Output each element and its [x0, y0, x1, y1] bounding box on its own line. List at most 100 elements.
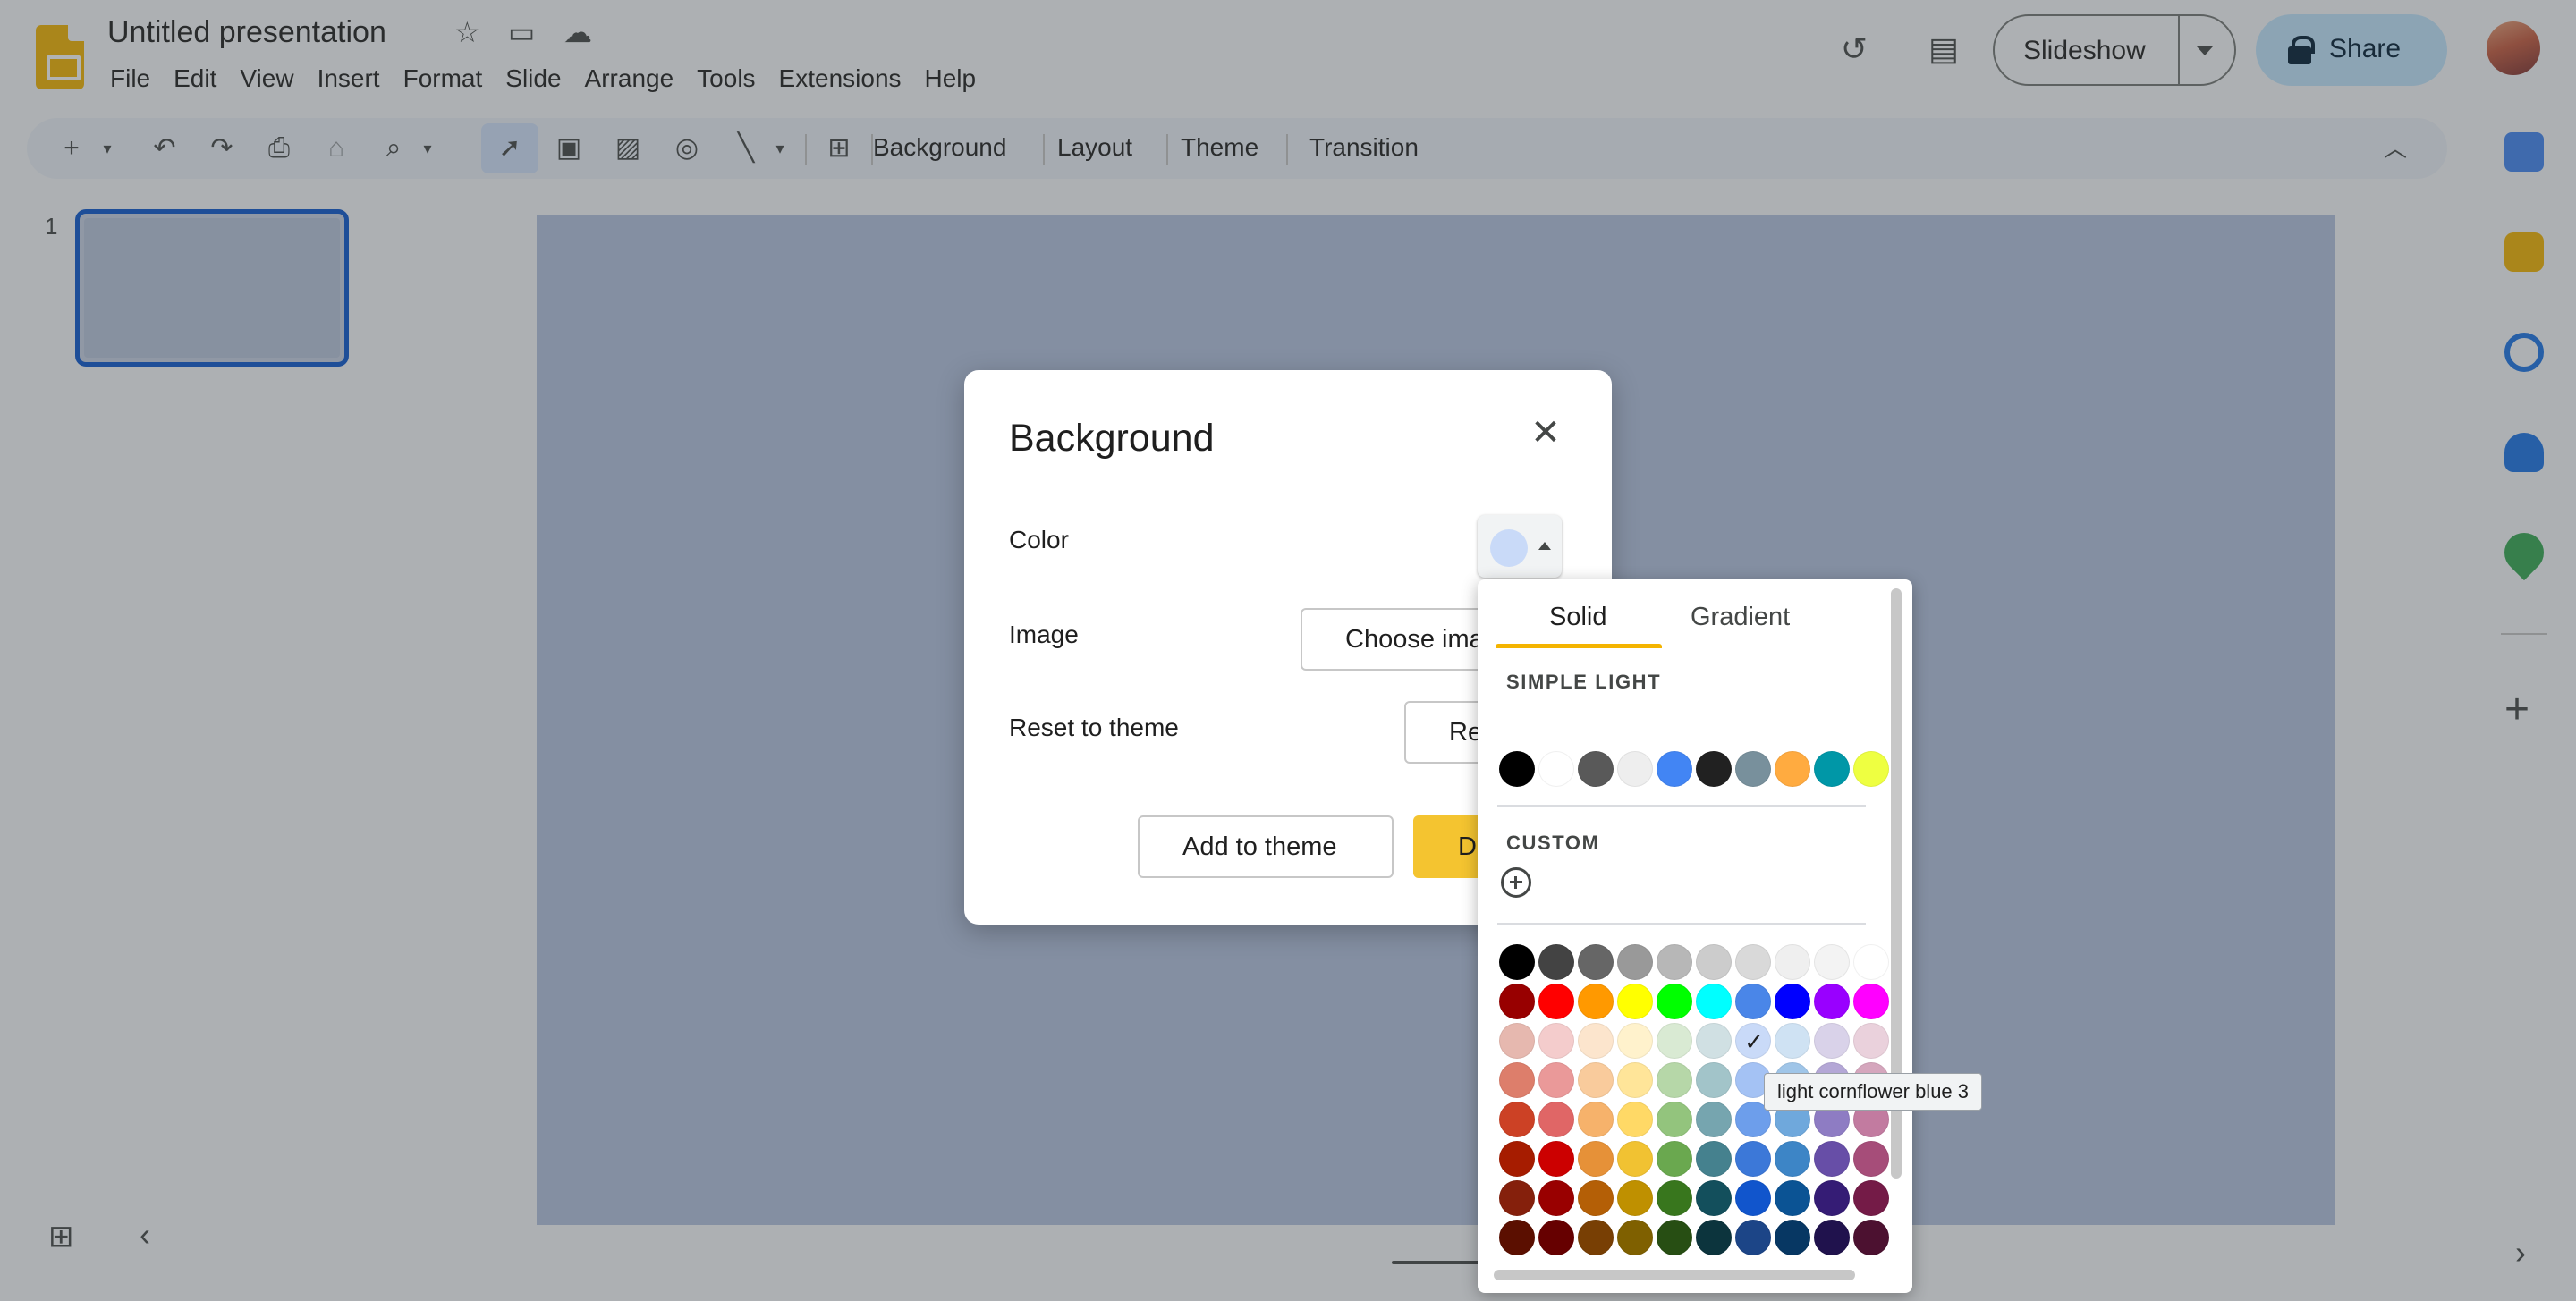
checkmark-icon: ✓: [1744, 1028, 1764, 1055]
palette-color-swatch[interactable]: [1538, 1102, 1574, 1137]
palette-color-swatch[interactable]: [1578, 1141, 1614, 1177]
palette-color-swatch[interactable]: [1657, 1141, 1692, 1177]
palette-color-swatch[interactable]: [1696, 1220, 1732, 1255]
palette-color-swatch[interactable]: [1775, 1141, 1810, 1177]
palette-color-swatch[interactable]: [1814, 1220, 1850, 1255]
palette-color-swatch[interactable]: [1578, 1180, 1614, 1216]
palette-color-swatch[interactable]: [1735, 984, 1771, 1019]
palette-row: [1499, 1220, 1889, 1255]
palette-color-swatch[interactable]: [1775, 944, 1810, 980]
palette-color-swatch[interactable]: [1696, 944, 1732, 980]
palette-color-swatch[interactable]: [1617, 984, 1653, 1019]
palette-color-swatch[interactable]: [1578, 944, 1614, 980]
palette-color-swatch[interactable]: [1696, 1062, 1732, 1098]
palette-color-swatch[interactable]: [1538, 1023, 1574, 1059]
palette-row: [1499, 944, 1889, 980]
tab-gradient[interactable]: Gradient: [1690, 603, 1790, 632]
palette-color-swatch[interactable]: [1657, 1102, 1692, 1137]
close-icon[interactable]: ✕: [1519, 406, 1572, 460]
palette-color-swatch[interactable]: [1617, 1062, 1653, 1098]
palette-color-swatch[interactable]: [1617, 944, 1653, 980]
color-dropdown-button[interactable]: [1478, 515, 1562, 578]
tab-solid[interactable]: Solid: [1549, 603, 1607, 632]
palette-color-swatch[interactable]: [1617, 1180, 1653, 1216]
palette-color-swatch[interactable]: [1814, 1141, 1850, 1177]
palette-color-swatch[interactable]: [1617, 1102, 1653, 1137]
palette-color-swatch[interactable]: [1814, 944, 1850, 980]
palette-color-swatch[interactable]: [1814, 1180, 1850, 1216]
palette-color-swatch[interactable]: [1657, 1180, 1692, 1216]
palette-color-swatch[interactable]: [1735, 944, 1771, 980]
palette-color-swatch[interactable]: [1499, 1220, 1535, 1255]
palette-color-swatch[interactable]: [1696, 1141, 1732, 1177]
palette-color-swatch[interactable]: [1696, 1180, 1732, 1216]
palette-color-swatch[interactable]: [1617, 1023, 1653, 1059]
theme-color-swatch[interactable]: [1814, 751, 1850, 787]
color-label: Color: [1009, 526, 1069, 553]
custom-colors-heading: CUSTOM: [1506, 832, 1600, 854]
palette-color-swatch[interactable]: [1853, 1023, 1889, 1059]
add-to-theme-button[interactable]: Add to theme: [1138, 815, 1394, 878]
theme-color-swatch[interactable]: [1538, 751, 1574, 787]
palette-color-swatch[interactable]: [1696, 984, 1732, 1019]
palette-color-swatch[interactable]: [1499, 1102, 1535, 1137]
palette-color-swatch[interactable]: [1499, 1141, 1535, 1177]
palette-color-swatch[interactable]: [1775, 1220, 1810, 1255]
palette-color-swatch[interactable]: [1657, 1062, 1692, 1098]
palette-color-swatch[interactable]: [1853, 944, 1889, 980]
palette-color-swatch[interactable]: [1657, 1023, 1692, 1059]
add-custom-color-icon[interactable]: [1501, 867, 1531, 898]
palette-color-swatch[interactable]: [1538, 1220, 1574, 1255]
color-picker-menu: Solid Gradient SIMPLE LIGHT CUSTOM ✓: [1478, 579, 1912, 1293]
theme-color-swatch[interactable]: [1853, 751, 1889, 787]
palette-color-swatch[interactable]: [1853, 1180, 1889, 1216]
palette-color-swatch[interactable]: [1538, 1180, 1574, 1216]
horizontal-scrollbar[interactable]: [1494, 1270, 1855, 1280]
palette-color-swatch[interactable]: [1538, 1062, 1574, 1098]
palette-color-swatch[interactable]: [1538, 984, 1574, 1019]
palette-color-swatch[interactable]: [1538, 944, 1574, 980]
palette-color-swatch[interactable]: [1499, 1062, 1535, 1098]
picker-divider: [1497, 923, 1866, 925]
palette-color-swatch[interactable]: [1578, 984, 1614, 1019]
theme-color-swatch[interactable]: [1578, 751, 1614, 787]
palette-color-swatch[interactable]: [1814, 984, 1850, 1019]
palette-color-swatch[interactable]: [1814, 1023, 1850, 1059]
palette-color-swatch[interactable]: [1578, 1102, 1614, 1137]
palette-color-swatch[interactable]: [1578, 1023, 1614, 1059]
palette-color-swatch[interactable]: [1735, 1180, 1771, 1216]
palette-color-swatch[interactable]: [1499, 1180, 1535, 1216]
palette-color-swatch[interactable]: [1853, 984, 1889, 1019]
picker-divider: [1497, 805, 1866, 807]
palette-color-swatch[interactable]: [1657, 1220, 1692, 1255]
palette-color-swatch[interactable]: [1775, 1023, 1810, 1059]
dialog-title: Background: [1009, 417, 1215, 460]
palette-color-swatch[interactable]: [1853, 1141, 1889, 1177]
palette-color-swatch[interactable]: [1578, 1062, 1614, 1098]
theme-color-swatch[interactable]: [1696, 751, 1732, 787]
theme-color-swatch[interactable]: [1499, 751, 1535, 787]
palette-color-swatch[interactable]: [1775, 984, 1810, 1019]
palette-row: [1499, 1180, 1889, 1216]
palette-color-swatch[interactable]: [1696, 1102, 1732, 1137]
palette-color-swatch[interactable]: [1775, 1180, 1810, 1216]
palette-color-swatch[interactable]: [1538, 1141, 1574, 1177]
palette-color-swatch[interactable]: [1499, 944, 1535, 980]
palette-color-swatch[interactable]: [1657, 944, 1692, 980]
palette-color-swatch[interactable]: [1657, 984, 1692, 1019]
palette-color-swatch[interactable]: [1617, 1220, 1653, 1255]
palette-color-swatch[interactable]: [1499, 1023, 1535, 1059]
theme-color-swatch[interactable]: [1617, 751, 1653, 787]
palette-color-swatch[interactable]: ✓: [1735, 1023, 1771, 1059]
theme-color-swatch[interactable]: [1657, 751, 1692, 787]
palette-color-swatch[interactable]: [1499, 984, 1535, 1019]
palette-color-swatch[interactable]: [1696, 1023, 1732, 1059]
selected-color-swatch: [1490, 529, 1528, 567]
palette-color-swatch[interactable]: [1735, 1141, 1771, 1177]
palette-color-swatch[interactable]: [1617, 1141, 1653, 1177]
theme-color-swatch[interactable]: [1735, 751, 1771, 787]
palette-color-swatch[interactable]: [1578, 1220, 1614, 1255]
theme-color-swatch[interactable]: [1775, 751, 1810, 787]
palette-color-swatch[interactable]: [1853, 1220, 1889, 1255]
palette-color-swatch[interactable]: [1735, 1220, 1771, 1255]
